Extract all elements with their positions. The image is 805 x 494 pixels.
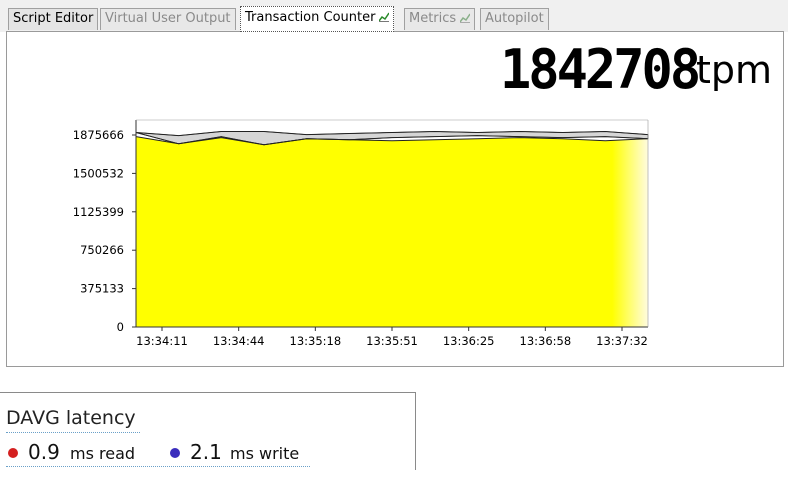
latency-panel: DAVG latency 0.9 ms read 2.1 ms write — [0, 392, 416, 482]
torn-edge-right — [788, 0, 805, 494]
write-label: ms write — [230, 444, 300, 463]
tab-label: Transaction Counter — [245, 10, 376, 25]
read-value: 0.9 — [28, 440, 60, 464]
torn-edge-bottom — [0, 470, 805, 494]
series-fill-area — [136, 136, 648, 327]
x-tick-label: 13:34:11 — [136, 334, 188, 348]
tab-transaction-counter[interactable]: Transaction Counter — [240, 6, 395, 32]
latency-row: 0.9 ms read 2.1 ms write — [6, 440, 310, 467]
read-dot-icon — [8, 448, 18, 458]
y-tick-label: 750266 — [80, 243, 124, 257]
latency-title: DAVG latency — [6, 407, 140, 433]
x-tick-label: 13:35:51 — [366, 334, 418, 348]
y-tick-label: 0 — [117, 320, 124, 334]
x-tick-label: 13:35:18 — [290, 334, 342, 348]
y-tick-label: 1875666 — [73, 128, 124, 142]
y-tick-label: 1125399 — [73, 205, 124, 219]
transaction-chart: 0 375133 750266 1125399 1500532 1875666 13:34:… — [73, 119, 649, 348]
write-value: 2.1 — [190, 440, 222, 464]
x-tick-label: 13:36:25 — [443, 334, 495, 348]
x-tick-label: 13:34:44 — [213, 334, 265, 348]
read-label: ms read — [70, 444, 136, 463]
x-tick-label: 13:36:58 — [520, 334, 572, 348]
x-tick-label: 13:37:32 — [596, 334, 648, 348]
write-dot-icon — [170, 448, 180, 458]
y-tick-label: 375133 — [80, 282, 124, 296]
y-tick-label: 1500532 — [73, 166, 124, 180]
chart-icon — [379, 12, 390, 22]
